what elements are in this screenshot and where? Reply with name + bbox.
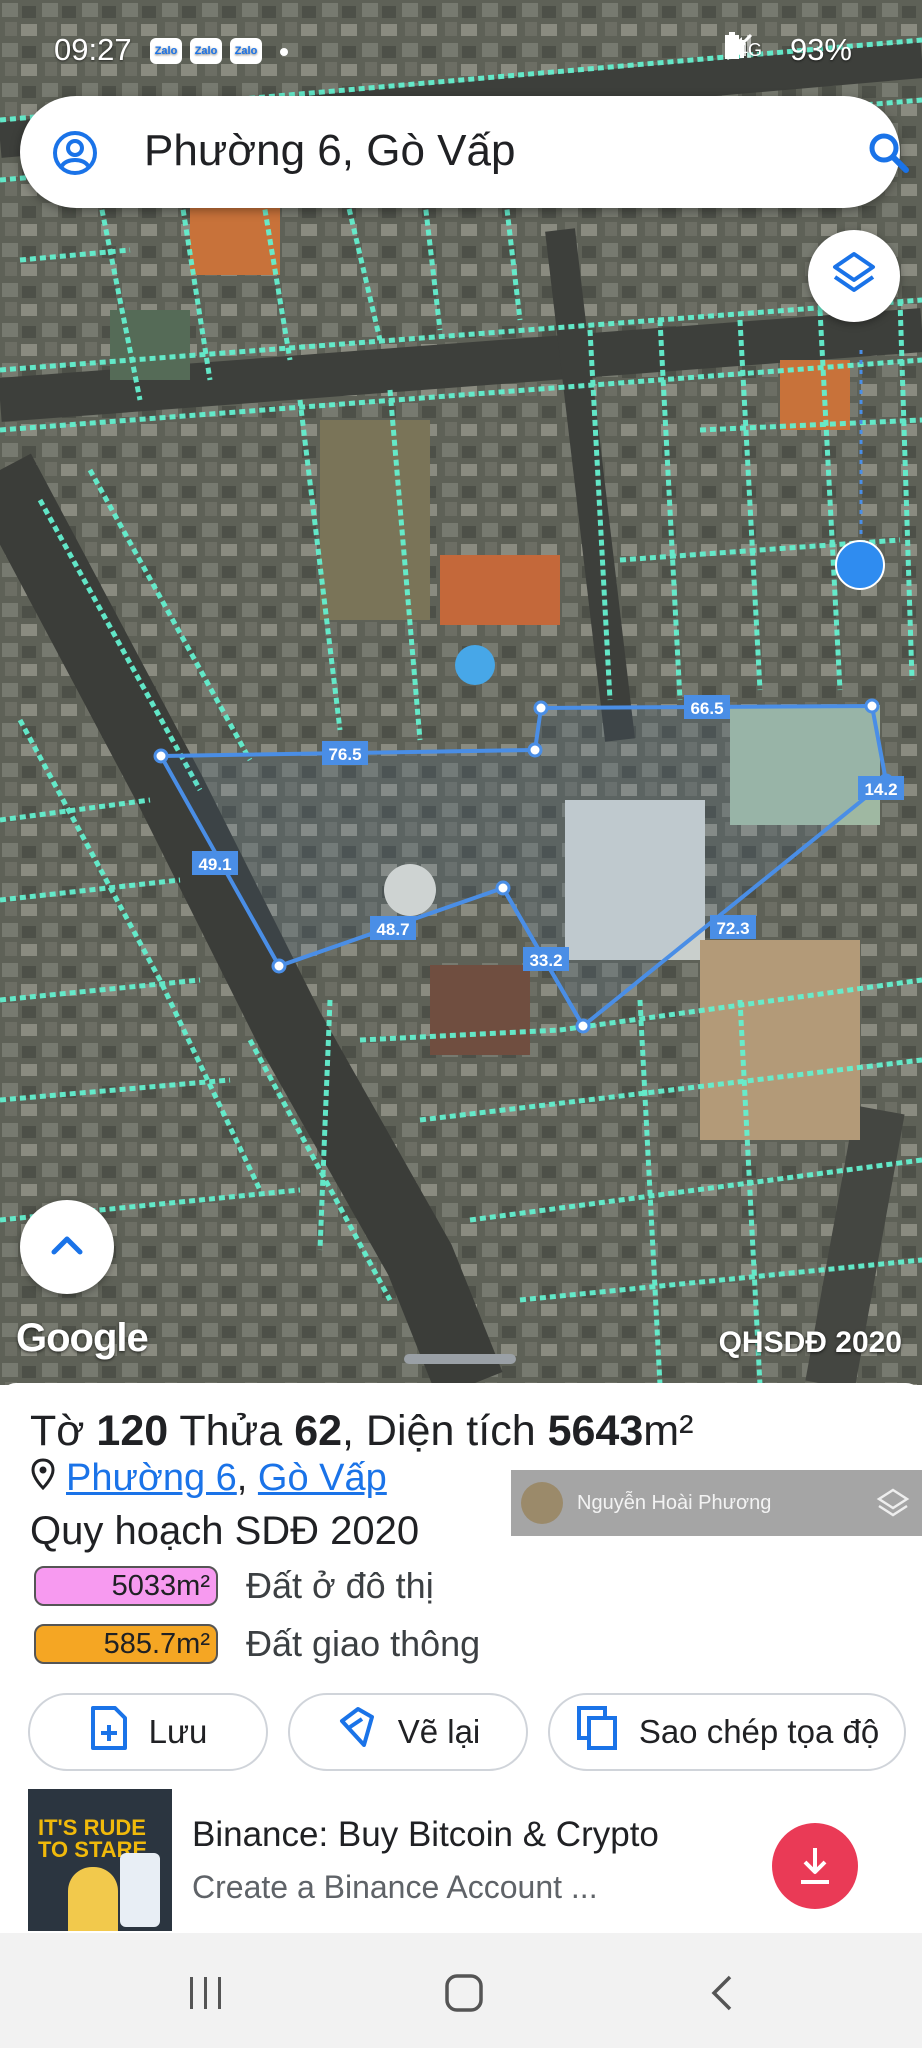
location-pin-icon	[30, 1457, 56, 1500]
draw-icon	[336, 1705, 378, 1759]
svg-text:14.2: 14.2	[864, 780, 897, 799]
add-file-icon	[89, 1705, 129, 1759]
ad-phone-graphic	[120, 1853, 160, 1927]
measure-label: 33.2	[523, 947, 569, 971]
ad-download-button[interactable]	[772, 1823, 858, 1909]
legend-label: Đất giao thông	[246, 1623, 481, 1664]
area-label: , Diện tích	[342, 1407, 536, 1455]
legend-label: Đất ở đô thị	[246, 1565, 434, 1606]
planning-layer-label: QHSDĐ 2020	[718, 1326, 902, 1359]
map-view[interactable]: 76.5 66.5 14.2 49.1 48.7 33.2 72.3 09:27	[0, 0, 922, 1385]
save-button[interactable]: Lưu	[28, 1693, 268, 1771]
measure-label: 48.7	[370, 916, 416, 940]
svg-text:72.3: 72.3	[716, 919, 749, 938]
ad-subtitle[interactable]: Create a Binance Account ...	[192, 1869, 598, 1906]
plan-title: Quy hoạch SDĐ 2020	[30, 1509, 420, 1553]
download-icon	[796, 1845, 834, 1892]
status-time: 09:27	[54, 32, 132, 67]
parcel-summary: Tờ 120 Thửa 62, Diện tích 5643m²	[30, 1407, 693, 1456]
home-icon[interactable]	[444, 1973, 484, 2018]
measure-label: 66.5	[684, 695, 730, 719]
save-button-label: Lưu	[148, 1713, 208, 1750]
ad-title[interactable]: Binance: Buy Bitcoin & Crypto	[192, 1815, 659, 1855]
sheet-number: 120	[96, 1407, 169, 1455]
more-notifications-dot-icon	[280, 48, 288, 56]
legend-swatch: 5033m²	[34, 1566, 218, 1606]
area-value: 5643	[547, 1407, 644, 1455]
copy-icon	[575, 1704, 619, 1760]
watermark-overlay: Nguyễn Hoài Phương	[511, 1470, 922, 1536]
back-icon[interactable]	[706, 1973, 736, 2018]
copy-coordinates-label: Sao chép tọa độ	[638, 1713, 880, 1750]
expand-panel-button[interactable]	[20, 1200, 114, 1294]
ad-image[interactable]: IT'S RUDE TO STARE	[28, 1789, 172, 1931]
legend-item: 585.7m² Đất giao thông	[34, 1622, 480, 1666]
district-link[interactable]: Gò Vấp	[258, 1457, 387, 1499]
measure-label: 14.2	[858, 776, 904, 800]
recent-apps-icon[interactable]	[186, 1975, 226, 2016]
avatar	[521, 1482, 563, 1524]
redraw-button-label: Vẽ lại	[397, 1713, 481, 1750]
ward-link[interactable]: Phường 6	[66, 1457, 237, 1499]
area-unit: m²	[643, 1407, 694, 1455]
svg-text:76.5: 76.5	[328, 745, 361, 764]
lot-label: Thửa	[179, 1407, 283, 1455]
lot-number: 62	[294, 1407, 343, 1455]
battery-percent: 93%	[789, 32, 852, 67]
ad-person-graphic	[68, 1867, 118, 1931]
status-bar: 09:27 Zalo Zalo Zalo 4G 93%	[0, 0, 922, 100]
layers-button[interactable]	[808, 230, 900, 322]
sheet-label: Tờ	[30, 1407, 85, 1455]
search-title: Phường 6, Gò Vấp	[144, 126, 516, 175]
copy-coordinates-button[interactable]: Sao chép tọa độ	[548, 1693, 906, 1771]
search-bar[interactable]: Phường 6, Gò Vấp	[20, 96, 909, 208]
svg-text:33.2: 33.2	[529, 951, 562, 970]
measure-label: 49.1	[192, 851, 238, 875]
ad-banner[interactable]: IT'S RUDE TO STARE Binance: Buy Bitcoin …	[0, 1785, 922, 1933]
zalo-notification-icon: Zalo	[150, 38, 182, 64]
redraw-button[interactable]: Vẽ lại	[288, 1693, 528, 1771]
measure-label: 72.3	[710, 915, 756, 939]
google-attribution: Google	[16, 1316, 149, 1360]
panel-drag-handle[interactable]	[404, 1354, 516, 1364]
measure-label: 76.5	[322, 741, 368, 765]
svg-text:49.1: 49.1	[198, 855, 231, 874]
svg-text:66.5: 66.5	[690, 699, 723, 718]
system-navigation-bar	[0, 1933, 922, 2048]
watermark-name: Nguyễn Hoài Phương	[577, 1492, 772, 1514]
status-icons: 4G 93%	[724, 32, 866, 68]
zalo-notification-icon: Zalo	[190, 38, 222, 64]
zalo-notification-icon: Zalo	[230, 38, 262, 64]
layers-watermark-icon	[876, 1486, 910, 1526]
legend-swatch: 585.7m²	[34, 1624, 218, 1664]
svg-text:48.7: 48.7	[376, 920, 409, 939]
location-links: Phường 6, Gò Vấp	[30, 1457, 387, 1500]
legend-item: 5033m² Đất ở đô thị	[34, 1564, 434, 1608]
